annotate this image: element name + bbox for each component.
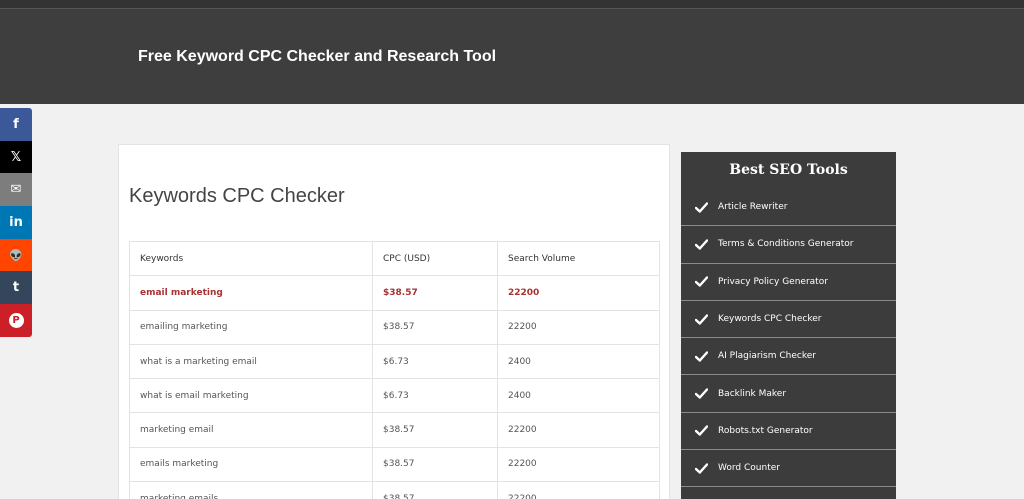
cpc-cell: $38.57 — [372, 481, 498, 499]
x-icon: 𝕏 — [10, 149, 22, 165]
checkmark-icon — [694, 275, 708, 289]
tumblr-icon: t — [12, 280, 20, 296]
search-volume-cell: 22200 — [497, 412, 660, 448]
section-heading: Keywords CPC Checker — [129, 185, 345, 207]
cpc-cell: $38.57 — [372, 275, 498, 311]
page-header: Free Keyword CPC Checker and Research To… — [0, 9, 1024, 104]
search-volume-cell: 22200 — [497, 446, 660, 483]
sidebar-title: Best SEO Tools — [729, 162, 848, 178]
seo-tools-list: Article Rewriter Terms & Conditions Gener… — [681, 189, 896, 488]
cpc-cell: $38.57 — [372, 309, 498, 345]
page-title: Free Keyword CPC Checker and Research To… — [138, 48, 497, 65]
sidebar-item-word-counter[interactable]: Word Counter — [681, 450, 896, 488]
keyword-cell: marketing email — [129, 412, 373, 448]
table-row: what is email marketing $6.73 2400 — [129, 378, 660, 414]
linkedin-share-button[interactable]: in — [0, 206, 32, 239]
checkmark-icon — [694, 424, 708, 438]
search-volume-cell: 2400 — [497, 343, 660, 380]
keywords-table: Keywords CPC (USD) Search Volume email m… — [129, 240, 660, 499]
linkedin-icon: in — [9, 214, 23, 230]
sidebar-item-keywords-cpc-checker[interactable]: Keywords CPC Checker — [681, 301, 896, 339]
keyword-cell: emailing marketing — [129, 309, 373, 345]
search-volume-cell: 2400 — [497, 378, 660, 414]
table-header-row: Keywords CPC (USD) Search Volume — [129, 240, 660, 277]
social-share-bar: f 𝕏 ✉ in 👽 t P — [0, 108, 32, 337]
column-header-keywords: Keywords — [129, 240, 373, 277]
keyword-cell: emails marketing — [129, 446, 373, 483]
table-row: email marketing $38.57 22200 — [129, 275, 660, 311]
sidebar-item-label: Robots.txt Generator — [718, 425, 813, 436]
sidebar-item-label: Article Rewriter — [718, 202, 788, 213]
sidebar-item-backlink-maker[interactable]: Backlink Maker — [681, 375, 896, 413]
column-header-search-volume: Search Volume — [497, 240, 660, 277]
reddit-icon: 👽 — [9, 248, 23, 262]
table-row: emailing marketing $38.57 22200 — [129, 309, 660, 345]
checkmark-icon — [694, 461, 708, 475]
keyword-cell: marketing emails — [129, 481, 373, 499]
sidebar-item-ai-plagiarism-checker[interactable]: AI Plagiarism Checker — [681, 338, 896, 376]
cpc-cell: $38.57 — [372, 412, 498, 448]
table-row: marketing emails $38.57 22200 — [129, 481, 660, 499]
checkmark-icon — [694, 387, 708, 401]
sidebar-item-label: AI Plagiarism Checker — [718, 351, 816, 362]
top-bar — [0, 0, 1024, 9]
table-row: marketing email $38.57 22200 — [129, 412, 660, 448]
sidebar-item-label: Terms & Conditions Generator — [718, 239, 854, 250]
sidebar-item-label: Keywords CPC Checker — [718, 314, 822, 325]
main-content-card: Keywords CPC Checker Keywords CPC (USD) … — [118, 144, 670, 499]
x-share-button[interactable]: 𝕏 — [0, 140, 32, 174]
sidebar-item-article-rewriter[interactable]: Article Rewriter — [681, 189, 896, 227]
email-share-button[interactable]: ✉ — [0, 173, 32, 207]
checkmark-icon — [694, 200, 708, 214]
sidebar-item-label: Word Counter — [718, 463, 780, 474]
pinterest-share-button[interactable]: P — [0, 304, 32, 337]
sidebar-item-terms-conditions-generator[interactable]: Terms & Conditions Generator — [681, 226, 896, 264]
seo-tools-sidebar: Best SEO Tools Article Rewriter Terms & C… — [681, 152, 896, 499]
table-body: email marketing $38.57 22200 emailing marke… — [129, 275, 660, 499]
checkmark-icon — [694, 312, 708, 326]
tumblr-share-button[interactable]: t — [0, 271, 32, 305]
search-volume-cell: 22200 — [497, 275, 660, 311]
cpc-cell: $6.73 — [372, 378, 498, 414]
table-row: emails marketing $38.57 22200 — [129, 446, 660, 483]
sidebar-item-privacy-policy-generator[interactable]: Privacy Policy Generator — [681, 264, 896, 301]
facebook-share-button[interactable]: f — [0, 108, 32, 141]
keyword-cell: what is a marketing email — [129, 343, 373, 380]
pinterest-icon: P — [8, 312, 24, 328]
keyword-cell: what is email marketing — [129, 378, 373, 414]
reddit-share-button[interactable]: 👽 — [0, 238, 32, 272]
checkmark-icon — [694, 237, 708, 251]
keyword-cell: email marketing — [129, 275, 373, 311]
checkmark-icon — [694, 349, 708, 363]
cpc-cell: $6.73 — [372, 343, 498, 380]
sidebar-item-label: Backlink Maker — [718, 388, 787, 399]
facebook-icon: f — [13, 116, 19, 132]
sidebar-item-robots-txt-generator[interactable]: Robots.txt Generator — [681, 413, 896, 451]
cpc-cell: $38.57 — [372, 446, 498, 483]
search-volume-cell: 22200 — [497, 309, 660, 345]
sidebar-item-label: Privacy Policy Generator — [718, 276, 828, 287]
search-volume-cell: 22200 — [497, 481, 660, 499]
envelope-icon: ✉ — [10, 182, 22, 198]
table-row: what is a marketing email $6.73 2400 — [129, 343, 660, 380]
column-header-cpc: CPC (USD) — [372, 240, 498, 277]
